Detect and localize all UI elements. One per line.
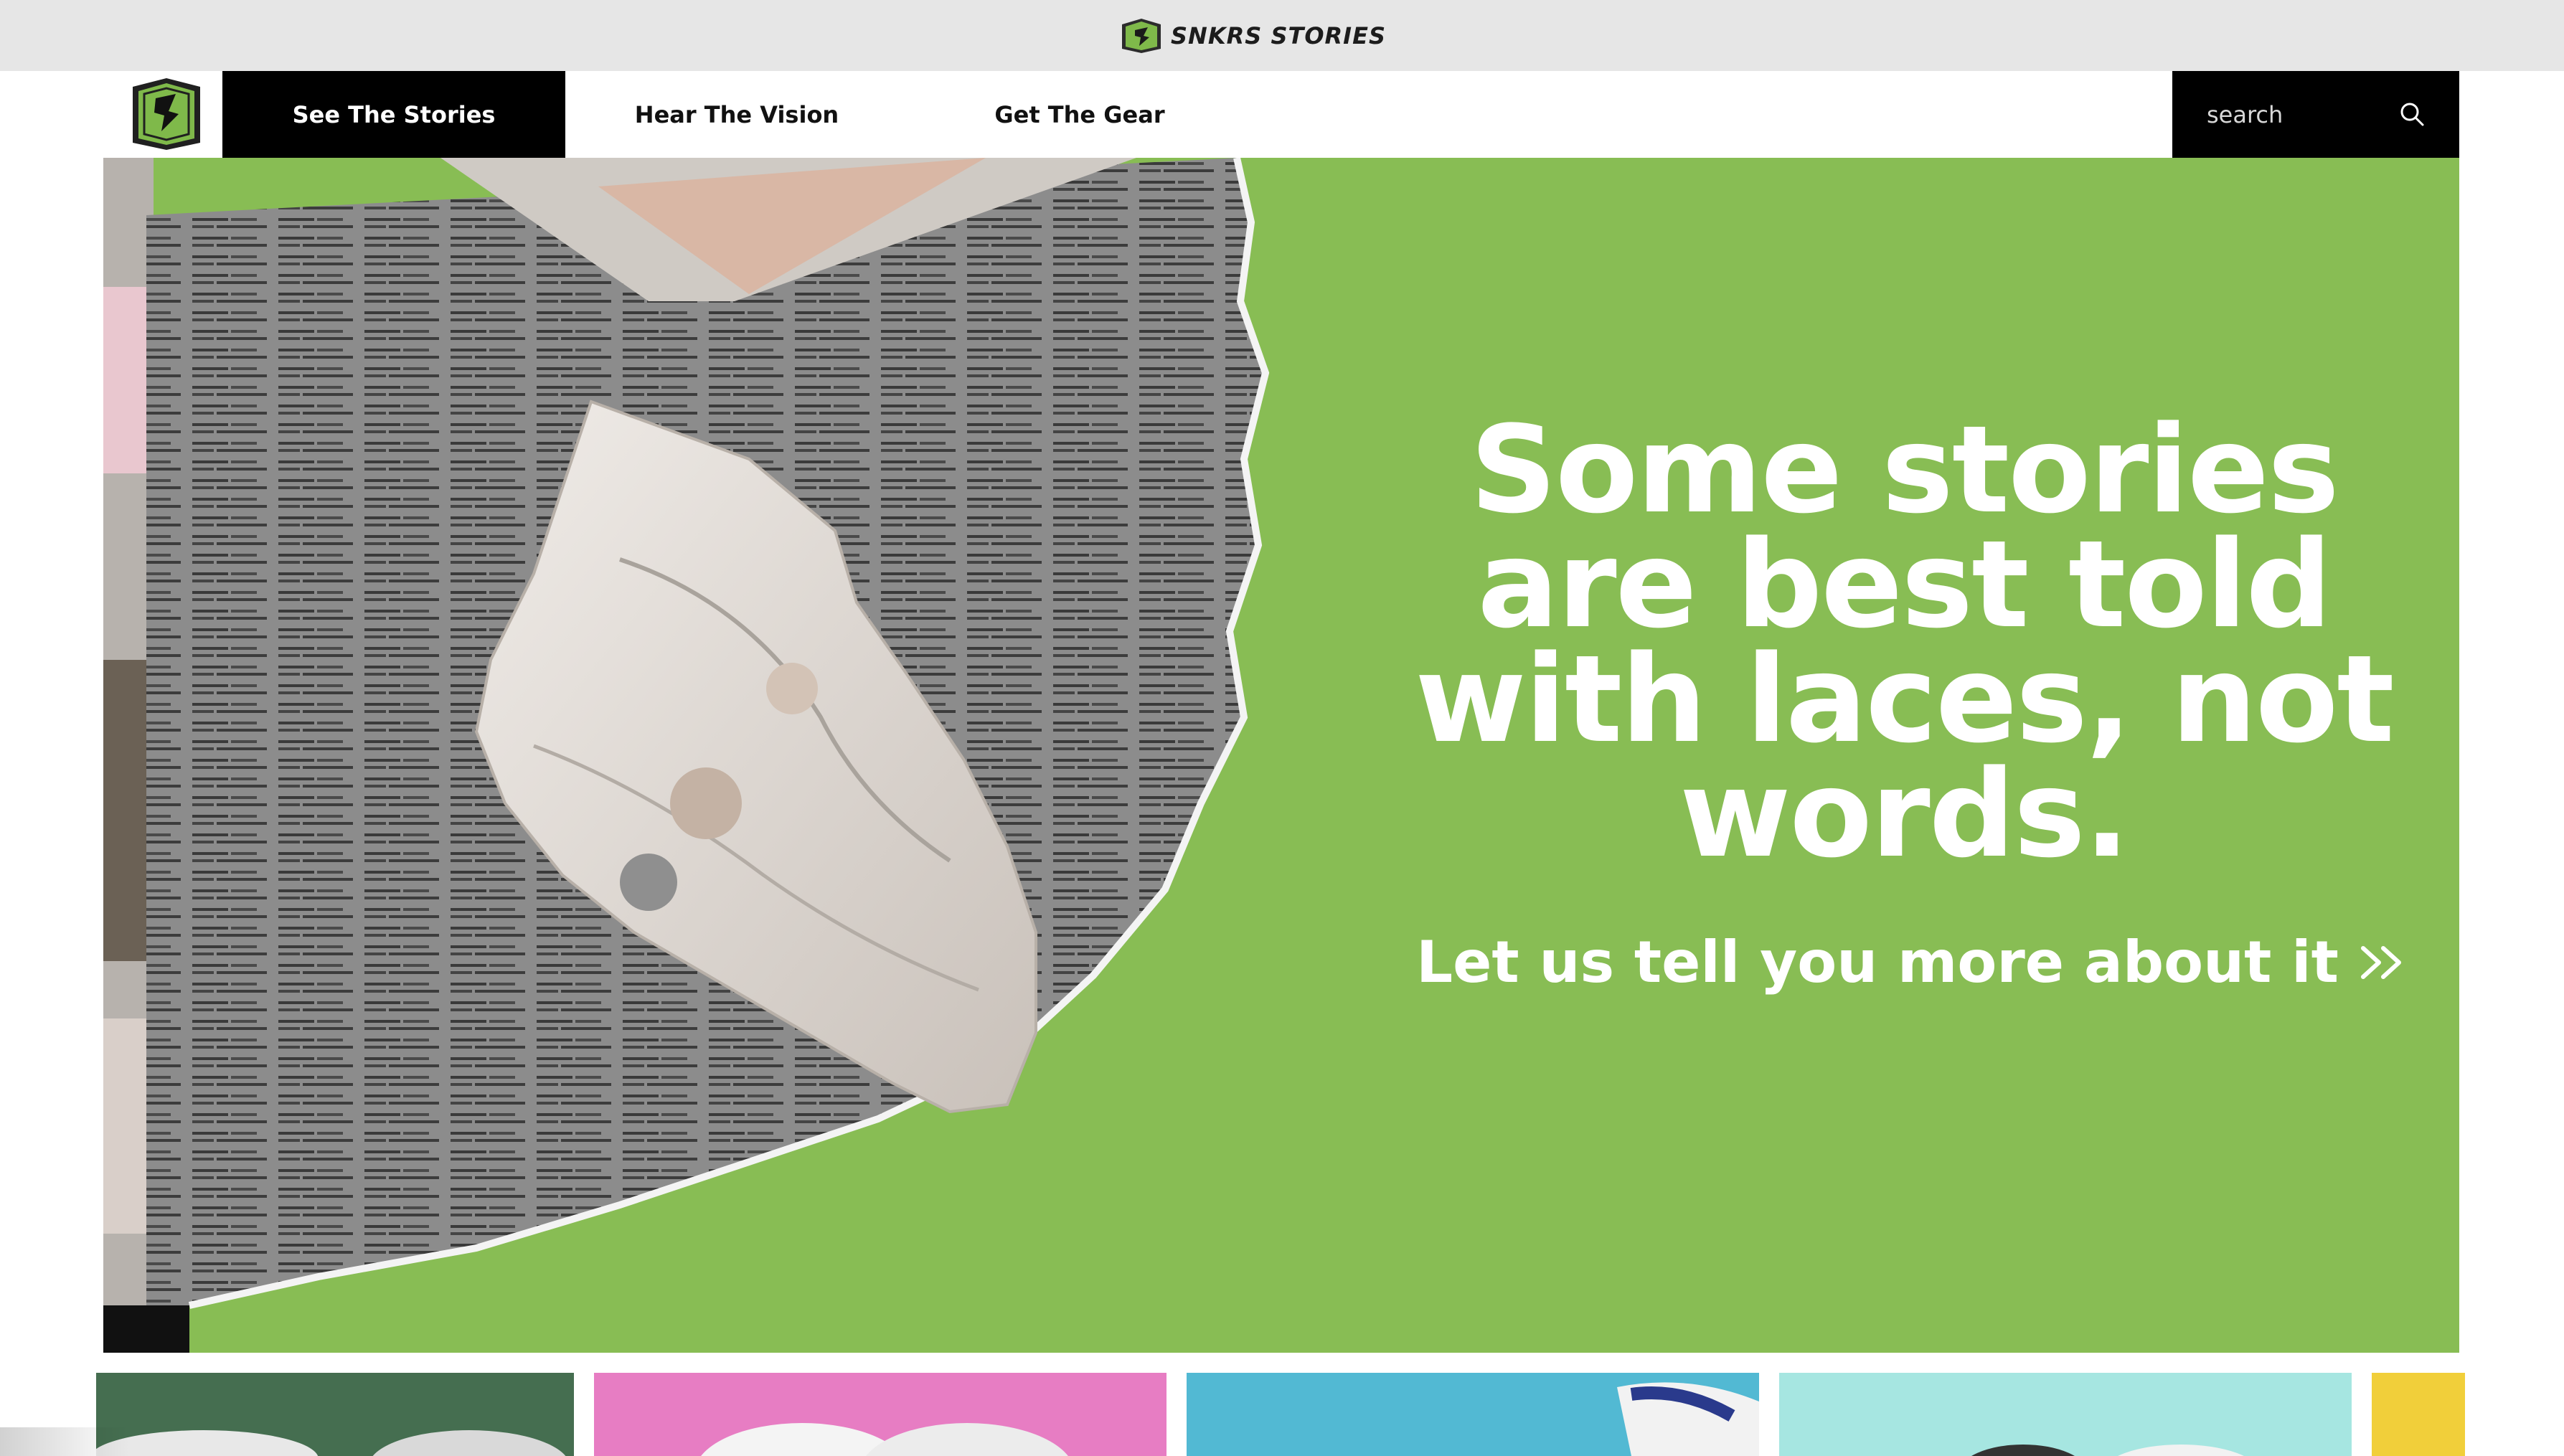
cta-label: Let us tell you more about it xyxy=(1416,929,2339,996)
nav-see-the-stories[interactable]: See The Stories xyxy=(222,71,565,158)
search-icon[interactable] xyxy=(2399,101,2425,127)
brand-wordmark: SNKRS STORIES xyxy=(1171,22,1386,49)
main-nav: See The Stories Hear The Vision Get The … xyxy=(0,71,2564,158)
search-input[interactable] xyxy=(2207,100,2408,128)
story-tile[interactable] xyxy=(1779,1373,2352,1456)
nav-get-the-gear[interactable]: Get The Gear xyxy=(908,71,1251,158)
scroll-shadow xyxy=(0,1427,129,1456)
hero-cta-link[interactable]: Let us tell you more about it xyxy=(1370,929,2454,996)
story-tile[interactable] xyxy=(2372,1373,2465,1456)
search-box xyxy=(2172,71,2459,158)
tile-sneaker-image xyxy=(1971,1445,2244,1456)
story-tile[interactable] xyxy=(594,1373,1166,1456)
hero-headline: Some stories are best told with laces, n… xyxy=(1415,400,2394,884)
strip-logo[interactable]: SNKRS STORIES xyxy=(1119,16,1386,56)
logo-badge-icon[interactable] xyxy=(130,77,203,151)
tile-sneaker-image xyxy=(1617,1382,1759,1456)
hero-banner: Some stories are best told with laces, n… xyxy=(103,158,2459,1353)
tile-sneaker-image xyxy=(96,1430,566,1456)
story-tile[interactable] xyxy=(1187,1373,1759,1456)
nav-hear-the-vision[interactable]: Hear The Vision xyxy=(565,71,908,158)
logo-badge-icon xyxy=(1122,19,1161,53)
tile-sneaker-image xyxy=(701,1423,1068,1456)
hero-collage-image xyxy=(103,158,1270,1353)
story-tile[interactable] xyxy=(96,1373,574,1456)
top-brand-strip: SNKRS STORIES xyxy=(0,0,2564,71)
double-chevron-right-icon xyxy=(2360,945,2401,979)
